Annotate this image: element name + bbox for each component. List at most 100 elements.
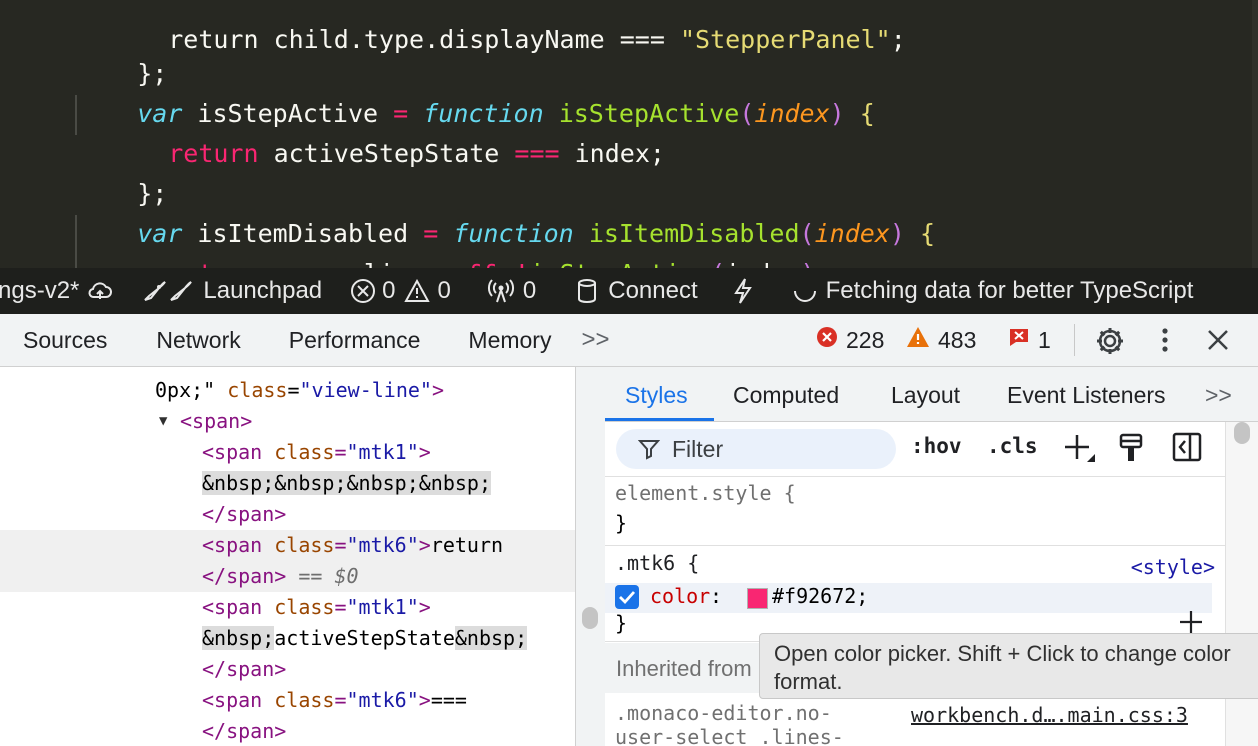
connect-item[interactable]: Connect (576, 268, 698, 314)
expand-triangle-icon[interactable]: ▼ (159, 406, 167, 437)
warning-counter[interactable]: 483 (906, 314, 976, 366)
class-toggle-button[interactable]: .cls (987, 434, 1038, 458)
problems-item[interactable]: 0 0 (350, 268, 451, 314)
property-colon: : (710, 584, 723, 608)
more-tabs-button[interactable]: >> (1205, 367, 1232, 421)
broadcast-icon (487, 278, 515, 304)
attr-eq: = (334, 595, 347, 619)
kebab-menu-icon[interactable] (1158, 326, 1172, 360)
rule-close-brace: } (615, 511, 628, 535)
property-name[interactable]: color (650, 584, 710, 608)
attr-name: class (227, 378, 288, 402)
dom-line[interactable]: </span> == $0 (0, 561, 575, 592)
warning-icon (906, 326, 930, 354)
tab-network[interactable]: Network (156, 327, 240, 354)
code-line: return activeStepState === index; (108, 94, 665, 168)
dom-line[interactable]: </span> (0, 499, 575, 530)
issues-counter[interactable]: 1 (1008, 314, 1051, 366)
paint-brush-icon[interactable] (1118, 432, 1144, 469)
code-text: index; (559, 139, 665, 168)
launchpad-item[interactable]: Launchpad (141, 268, 322, 314)
rule-source-link[interactable]: <style> (1131, 555, 1215, 579)
console-ref: $0 (334, 564, 359, 588)
nbsp-entity: &nbsp; (418, 471, 491, 495)
rule-source-link[interactable]: workbench.d….main.css:3 (911, 703, 1188, 727)
tab-layout[interactable]: Layout (891, 367, 960, 421)
settings-gear-icon[interactable] (1094, 325, 1126, 363)
code-string: "StepperPanel" (679, 25, 891, 54)
warning-count: 0 (437, 277, 451, 304)
code-line: return props.linear && !isStepActive(ind… (108, 214, 830, 268)
pane-splitter[interactable] (575, 367, 607, 746)
tab-performance[interactable]: Performance (289, 327, 421, 354)
dom-line[interactable]: &nbsp;activeStepState&nbsp; (0, 623, 575, 654)
close-icon[interactable] (1206, 328, 1230, 358)
branch-label: ngs-v2* (0, 277, 80, 304)
color-swatch[interactable] (747, 588, 768, 609)
toggle-sidebar-icon[interactable] (1172, 432, 1202, 467)
color-picker-tooltip: Open color picker. Shift + Click to chan… (759, 633, 1258, 699)
active-tab-indicator (605, 418, 714, 421)
code-editor[interactable]: return child.type.displayName === "Stepp… (0, 0, 1258, 268)
dom-line[interactable]: &nbsp;&nbsp;&nbsp;&nbsp; (0, 468, 575, 499)
tag-close: > (418, 595, 431, 619)
nbsp-entity: &nbsp; (346, 471, 419, 495)
divider (605, 545, 1225, 546)
splitter-handle[interactable] (582, 607, 598, 629)
rule-selector: .mtk6 { (615, 551, 700, 575)
devtools-tabbar: Sources Network Performance Memory >> 22… (0, 314, 1258, 367)
element-style-rule[interactable]: element.style { } (605, 479, 1225, 543)
code-line: }; (77, 134, 167, 208)
tag-open: <span> (180, 409, 253, 433)
dom-line[interactable]: <span class="mtk1"> (0, 437, 575, 468)
paren: ) (889, 219, 905, 248)
rule-close-brace: } (615, 611, 628, 635)
launchpad-label: Launchpad (203, 277, 323, 304)
dom-line[interactable]: </span> (0, 716, 575, 746)
scrollbar-thumb[interactable] (1234, 422, 1250, 444)
keyword-return: return (168, 259, 258, 268)
editor-scrollbar[interactable] (1252, 0, 1258, 268)
tab-event-listeners[interactable]: Event Listeners (1007, 367, 1166, 421)
code-text: activeStepState (258, 139, 515, 168)
hover-state-button[interactable]: :hov (911, 434, 962, 458)
attr-eq: = (334, 688, 347, 712)
paren: ) (829, 99, 845, 128)
monaco-rule[interactable]: .monaco-editor.no- user-select .lines- w… (605, 695, 1225, 746)
dom-line[interactable]: 0px;" class="view-line"> (0, 375, 575, 406)
filter-input[interactable]: Filter (616, 429, 896, 469)
function-call: isStepActive (529, 259, 710, 268)
error-count: 228 (846, 326, 885, 353)
tab-sources[interactable]: Sources (23, 327, 107, 354)
attr-name: class (274, 595, 335, 619)
dom-line[interactable]: </span> (0, 654, 575, 685)
code-line: }; (77, 14, 167, 88)
tag-close: > (418, 688, 431, 712)
more-tabs-button[interactable]: >> (581, 326, 609, 354)
issue-icon (1008, 326, 1030, 354)
dom-line[interactable]: <span class="mtk6">return (0, 530, 575, 561)
property-row[interactable]: color : #f92672; (605, 583, 1212, 613)
dom-line[interactable]: <span class="mtk1"> (0, 592, 575, 623)
selected-marker: == (286, 564, 335, 588)
property-checkbox[interactable] (615, 585, 639, 609)
elements-tree[interactable]: 0px;" class="view-line"> ▼ <span> <span c… (0, 367, 575, 746)
ports-item[interactable]: 0 (487, 268, 536, 314)
tab-styles[interactable]: Styles (625, 367, 688, 421)
error-counter[interactable]: 228 (816, 314, 884, 366)
property-value[interactable]: #f92672; (772, 584, 868, 608)
keyword-return: return (168, 139, 259, 168)
code-line: return child.type.displayName === "Stepp… (108, 0, 906, 54)
dom-line[interactable]: ▼ <span> (0, 406, 575, 437)
tab-computed[interactable]: Computed (733, 367, 839, 421)
rule-selector: element.style { (615, 481, 796, 505)
lightning-item[interactable] (732, 268, 754, 314)
brace: { (859, 99, 875, 128)
branch-item[interactable]: ngs-v2* (0, 268, 113, 314)
filter-toolbar: Filter :hov .cls (605, 422, 1225, 476)
paren: ( (710, 259, 725, 268)
mtk6-rule[interactable]: .mtk6 { <style> color : #f92672; } (605, 547, 1225, 639)
dom-line[interactable]: <span class="mtk6">=== (0, 685, 575, 716)
tab-memory[interactable]: Memory (468, 327, 551, 354)
new-rule-plus-icon[interactable] (1063, 432, 1097, 471)
